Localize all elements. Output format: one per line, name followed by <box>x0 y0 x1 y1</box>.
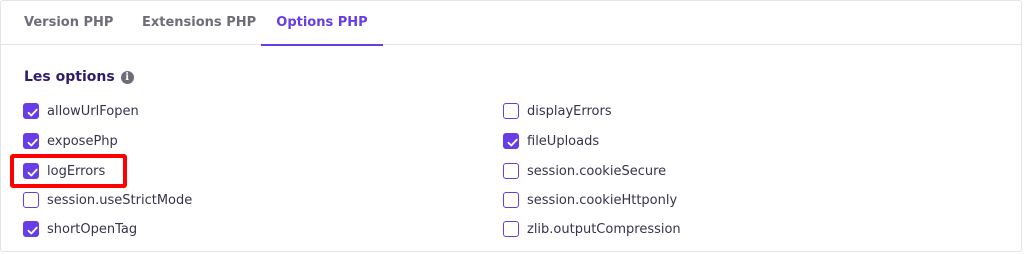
checkbox-unchecked[interactable] <box>23 192 39 208</box>
checkmark-icon <box>507 138 518 146</box>
option-fileuploads[interactable]: fileUploads <box>503 131 599 151</box>
option-label: session.cookieHttponly <box>527 192 678 208</box>
checkbox-unchecked[interactable] <box>503 221 519 237</box>
option-label: zlib.outputCompression <box>527 221 681 237</box>
php-settings-panel: Version PHP Extensions PHP Options PHP L… <box>0 0 1022 252</box>
option-logerrors[interactable]: logErrors <box>23 161 105 181</box>
option-zlib-outputcompression[interactable]: zlib.outputCompression <box>503 219 681 239</box>
option-label: shortOpenTag <box>47 221 138 237</box>
checkbox-checked[interactable] <box>23 133 39 149</box>
option-label: session.useStrictMode <box>47 192 193 208</box>
checkbox-checked[interactable] <box>23 221 39 237</box>
option-allowurlfopen[interactable]: allowUrlFopen <box>23 101 139 121</box>
option-session-cookiehttponly[interactable]: session.cookieHttponly <box>503 190 677 210</box>
option-label: exposePhp <box>47 133 118 149</box>
option-session-cookiesecure[interactable]: session.cookieSecure <box>503 161 666 181</box>
checkbox-checked[interactable] <box>23 163 39 179</box>
checkmark-icon <box>27 138 38 146</box>
info-icon[interactable]: i <box>120 70 134 84</box>
checkmark-icon <box>27 226 38 234</box>
option-label: displayErrors <box>527 103 612 119</box>
option-label: allowUrlFopen <box>47 103 139 119</box>
section-title: Les options <box>24 69 115 85</box>
checkmark-icon <box>27 168 38 176</box>
tab-version-php[interactable]: Version PHP <box>24 1 113 45</box>
tab-extensions-php[interactable]: Extensions PHP <box>142 1 256 45</box>
tab-options-php[interactable]: Options PHP <box>261 1 383 46</box>
checkmark-icon <box>27 108 38 116</box>
checkbox-unchecked[interactable] <box>503 103 519 119</box>
tab-bar: Version PHP Extensions PHP Options PHP <box>1 1 1021 46</box>
option-shortopentag[interactable]: shortOpenTag <box>23 219 137 239</box>
checkbox-unchecked[interactable] <box>503 192 519 208</box>
option-session-usestrictmode[interactable]: session.useStrictMode <box>23 190 192 210</box>
option-label: logErrors <box>47 163 106 179</box>
option-displayerrors[interactable]: displayErrors <box>503 101 612 121</box>
option-label: session.cookieSecure <box>527 163 667 179</box>
option-exposephp[interactable]: exposePhp <box>23 131 118 151</box>
checkbox-unchecked[interactable] <box>503 163 519 179</box>
option-label: fileUploads <box>527 133 600 149</box>
checkbox-checked[interactable] <box>23 103 39 119</box>
section-heading: Les options i <box>24 67 134 87</box>
checkbox-checked[interactable] <box>503 133 519 149</box>
